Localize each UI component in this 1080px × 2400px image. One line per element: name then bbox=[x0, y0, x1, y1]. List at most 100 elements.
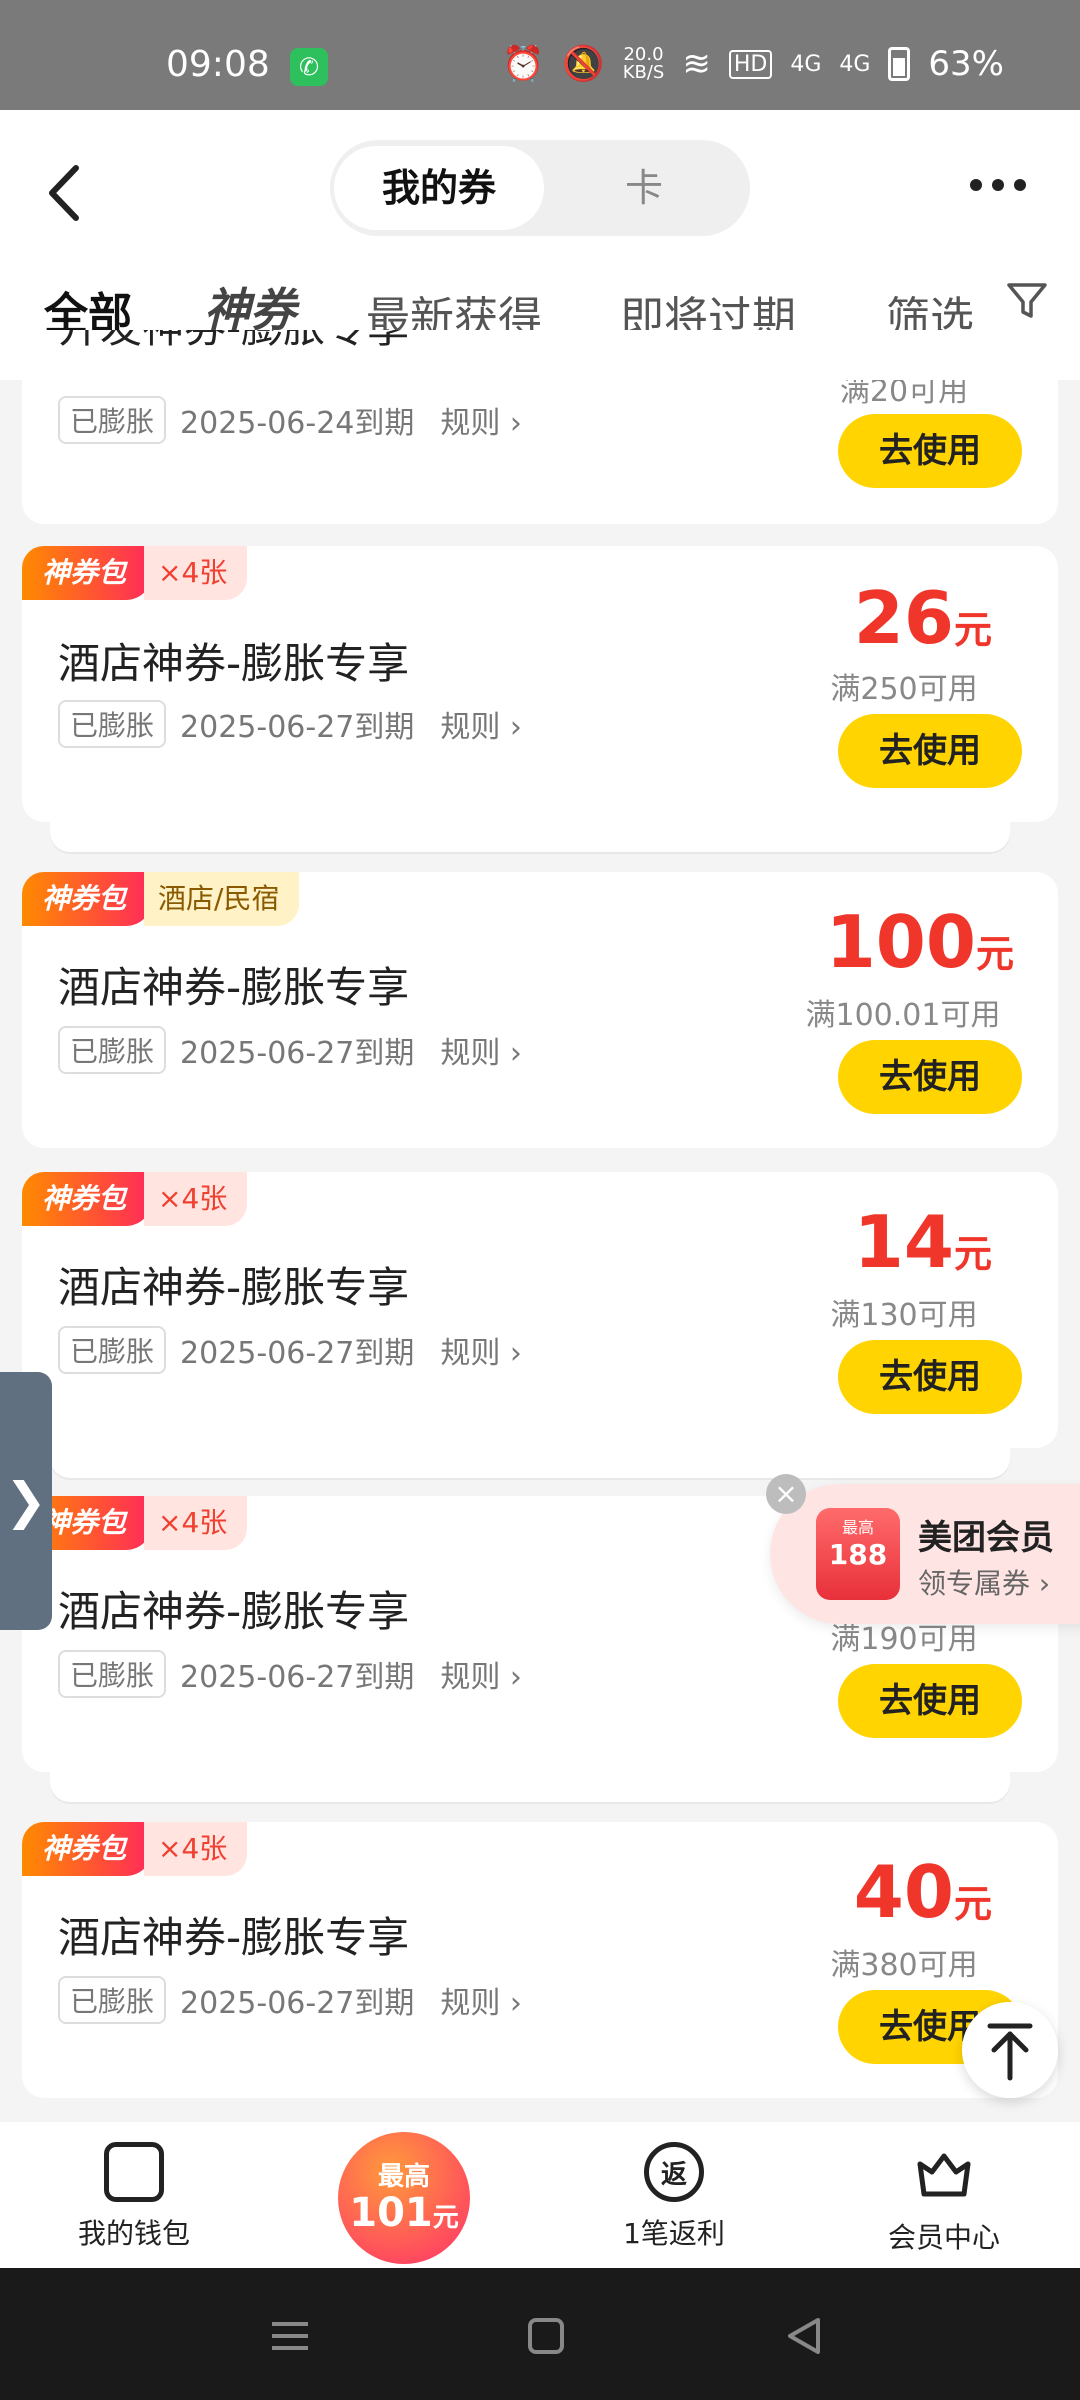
coupon-meta: 已膨胀 2025-06-24到期 规则 › bbox=[58, 396, 522, 444]
signal-4g-icon-2: 4G bbox=[839, 51, 871, 77]
amount-value: 100 bbox=[825, 900, 976, 984]
segment-my-coupons[interactable]: 我的券 bbox=[334, 146, 544, 230]
nav-wallet-label: 我的钱包 bbox=[77, 2217, 190, 2250]
nav-member-center[interactable]: 会员中心 bbox=[844, 2122, 1044, 2256]
phone-call-icon: ✆ bbox=[290, 48, 328, 86]
badge-category: 酒店/民宿 bbox=[144, 872, 300, 926]
back-nav-icon[interactable] bbox=[782, 2314, 826, 2358]
close-icon[interactable]: × bbox=[766, 1474, 806, 1514]
use-button[interactable]: 去使用 bbox=[838, 714, 1022, 788]
coupon-title: 酒店神券-膨胀专享 bbox=[58, 639, 410, 688]
coupon-title: 酒店神券-膨胀专享 bbox=[58, 1913, 410, 1962]
chevron-right-icon: ❯ bbox=[5, 1472, 47, 1530]
nav-member-label: 会员中心 bbox=[887, 2221, 1000, 2254]
expanded-tag: 已膨胀 bbox=[58, 1650, 167, 1698]
member-subtitle[interactable]: 领专属券 › bbox=[918, 1562, 1050, 1602]
coupon-condition: 满250可用 bbox=[830, 672, 978, 707]
segment-control: 我的券 卡 bbox=[330, 140, 750, 236]
coupon-expiry: 2025-06-27到期 bbox=[180, 1336, 415, 1371]
coupon-meta: 已膨胀 2025-06-27到期 规则 › bbox=[58, 1650, 522, 1698]
more-icon[interactable] bbox=[970, 170, 1040, 200]
crown-basket-icon bbox=[917, 2153, 971, 2197]
battery-icon bbox=[888, 47, 911, 81]
menu-icon[interactable] bbox=[268, 2314, 312, 2358]
amount-unit: 元 bbox=[975, 932, 1014, 976]
net-speed: 20.0 KB/S bbox=[623, 46, 665, 82]
promo-value: 101元 bbox=[349, 2190, 459, 2236]
coupon-amount: 100元 bbox=[826, 900, 1014, 984]
coupon-title: 酒店神券-膨胀专享 bbox=[58, 1263, 410, 1312]
status-bar: 09:08 ✆ ⏰ 🔕 20.0 KB/S ≋ HD 4G 4G 63% bbox=[0, 0, 1080, 110]
nav-promo[interactable]: 最高 101元 bbox=[338, 2132, 470, 2264]
stack-shadow bbox=[50, 1448, 1010, 1478]
coupon-title: 酒店神券-膨胀专享 bbox=[58, 963, 410, 1012]
coupon-rule-link[interactable]: 规则 › bbox=[440, 702, 522, 746]
coupon-title: 酒店神券-膨胀专享 bbox=[58, 1587, 410, 1636]
coupon-amount: 14元 bbox=[854, 1200, 992, 1284]
coupon-badge: 神券包 ×4张 bbox=[22, 1496, 248, 1550]
coupon-rule-link[interactable]: 规则 › bbox=[440, 1978, 522, 2022]
badge-count: ×4张 bbox=[144, 1172, 248, 1226]
bottom-nav: 我的钱包 最高 101元 返 1笔返利 会员中心 bbox=[0, 2122, 1080, 2268]
battery-percent: 63% bbox=[928, 44, 1004, 84]
back-icon[interactable] bbox=[40, 158, 90, 228]
coupon-amount: 26元 bbox=[854, 576, 992, 660]
badge-count: ×4张 bbox=[144, 1822, 248, 1876]
coupon-meta: 已膨胀 2025-06-27到期 规则 › bbox=[58, 1326, 522, 1374]
coupon-rule-link[interactable]: 规则 › bbox=[440, 398, 522, 442]
back-to-top-icon[interactable] bbox=[962, 2002, 1058, 2098]
use-button[interactable]: 去使用 bbox=[838, 414, 1022, 488]
expanded-tag: 已膨胀 bbox=[58, 700, 167, 748]
member-coupon-card: 最高 188 bbox=[816, 1508, 900, 1600]
promo-top: 最高 bbox=[377, 2162, 430, 2192]
mute-icon: 🔕 bbox=[562, 44, 605, 84]
amount-value: 14 bbox=[853, 1200, 954, 1284]
coupon-meta: 已膨胀 2025-06-27到期 规则 › bbox=[58, 700, 522, 748]
coupon-expiry: 2025-06-27到期 bbox=[180, 1036, 415, 1071]
home-icon[interactable] bbox=[524, 2314, 568, 2358]
expanded-tag: 已膨胀 bbox=[58, 1326, 167, 1374]
badge-pack: 神券包 bbox=[22, 1822, 153, 1876]
amount-unit: 元 bbox=[953, 608, 992, 652]
coupon-rule-link[interactable]: 规则 › bbox=[440, 1652, 522, 1696]
coupon-rule-link[interactable]: 规则 › bbox=[440, 1028, 522, 1072]
use-button[interactable]: 去使用 bbox=[838, 1040, 1022, 1114]
badge-pack: 神券包 bbox=[22, 872, 153, 926]
coupon-card: 神券包 ×4张 酒店神券-膨胀专享 已膨胀 2025-06-27到期 规则 › … bbox=[22, 546, 1058, 822]
nav-wallet[interactable]: 我的钱包 bbox=[34, 2122, 234, 2252]
member-card-top: 最高 bbox=[841, 1518, 874, 1537]
coupon-rule-link[interactable]: 规则 › bbox=[440, 1328, 522, 1372]
filter-icon[interactable] bbox=[1004, 278, 1050, 324]
member-popup[interactable]: 最高 188 美团会员 领专属券 › bbox=[770, 1484, 1080, 1624]
coupon-amount: 40元 bbox=[854, 1850, 992, 1934]
system-nav-bar bbox=[0, 2268, 1080, 2400]
expanded-tag: 已膨胀 bbox=[58, 396, 167, 444]
coupon-card: 神券包 ×4张 酒店神券-膨胀专享 已膨胀 2025-06-27到期 规则 › … bbox=[22, 1172, 1058, 1448]
coupon-meta: 已膨胀 2025-06-27到期 规则 › bbox=[58, 1976, 522, 2024]
badge-pack: 神券包 bbox=[22, 546, 153, 600]
segment-cards[interactable]: 卡 bbox=[544, 146, 744, 230]
signal-4g-icon: 4G bbox=[790, 51, 822, 77]
coupon-title: 开发神券-膨胀专享 bbox=[58, 330, 409, 355]
coupon-badge: 神券包 ×4张 bbox=[22, 1172, 248, 1226]
alarm-icon: ⏰ bbox=[502, 44, 545, 84]
wallet-icon bbox=[104, 2142, 164, 2202]
nav-rebate-label: 1笔返利 bbox=[623, 2217, 725, 2250]
wifi-icon: ≋ bbox=[682, 44, 711, 84]
nav-rebate[interactable]: 返 1笔返利 bbox=[574, 2122, 774, 2252]
use-button[interactable]: 去使用 bbox=[838, 1340, 1022, 1414]
stack-shadow bbox=[50, 822, 1010, 852]
expanded-tag: 已膨胀 bbox=[58, 1026, 167, 1074]
coupon-card: 开发神券-膨胀专享 已膨胀 2025-06-24到期 规则 › 满20可用 去使… bbox=[22, 330, 1058, 524]
coupon-meta: 已膨胀 2025-06-27到期 规则 › bbox=[58, 1026, 522, 1074]
header: 我的券 卡 全部 神券 最新获得 即将过期 筛选 bbox=[0, 110, 1080, 366]
use-button[interactable]: 去使用 bbox=[838, 1664, 1022, 1738]
badge-count: ×4张 bbox=[144, 546, 248, 600]
coupon-condition: 满100.01可用 bbox=[805, 998, 1001, 1033]
status-icons: ⏰ 🔕 20.0 KB/S ≋ HD 4G 4G 63% bbox=[502, 44, 1004, 84]
coupon-badge: 神券包 酒店/民宿 bbox=[22, 872, 300, 926]
coupon-condition: 满130可用 bbox=[830, 1298, 978, 1333]
coupon-card: 神券包 ×4张 酒店神券-膨胀专享 已膨胀 2025-06-27到期 规则 › … bbox=[22, 1822, 1058, 2098]
side-drawer-handle[interactable]: ❯ bbox=[0, 1372, 52, 1630]
member-title: 美团会员 bbox=[918, 1518, 1054, 1558]
